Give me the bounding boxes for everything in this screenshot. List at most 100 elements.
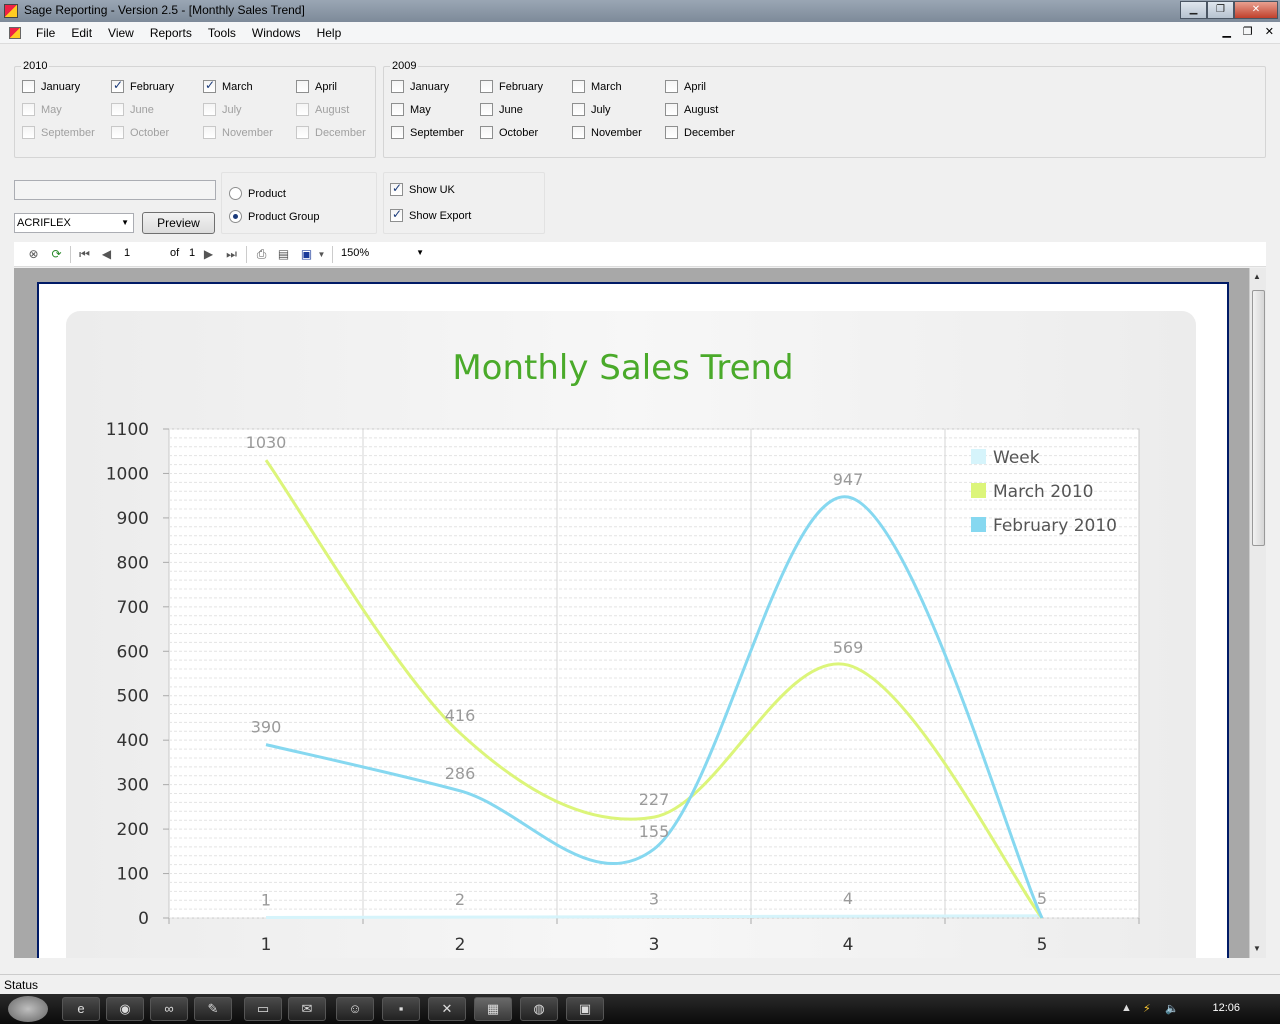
year2009-january-checkbox[interactable]: January	[391, 80, 449, 93]
year2010-june-checkbox[interactable]: June	[111, 103, 154, 116]
mdi-child-icon[interactable]	[9, 27, 21, 39]
checkbox-box	[665, 80, 678, 93]
scroll-down-icon[interactable]: ▼	[1253, 944, 1261, 953]
refresh-icon[interactable]: ⟳	[49, 247, 64, 262]
mdi-controls: ▁ ❐ ✕	[1222, 25, 1274, 38]
previous-page-icon[interactable]: ◀	[99, 247, 114, 262]
show-export-checkbox[interactable]: Show Export	[390, 207, 471, 222]
year2010-february-checkbox[interactable]: February	[111, 78, 174, 93]
save-icon[interactable]: ▣	[299, 247, 314, 262]
year2009-august-checkbox[interactable]: August	[665, 103, 718, 116]
volume-icon[interactable]: 🔈	[1165, 1002, 1179, 1015]
checkbox-label: June	[499, 103, 523, 116]
media-taskbar-icon[interactable]: ◉	[106, 997, 144, 1021]
print-icon[interactable]: ⎙	[254, 247, 269, 262]
year2010-november-checkbox[interactable]: November	[203, 126, 273, 139]
radio-product-group[interactable]: Product Group	[229, 210, 320, 223]
last-page-icon[interactable]: ⏭	[224, 247, 239, 262]
scroll-up-icon[interactable]: ▲	[1253, 272, 1261, 281]
tools-taskbar-icon[interactable]: ✎	[194, 997, 232, 1021]
product-group-combo[interactable]: ACRIFLEX ▼	[14, 213, 134, 233]
mail-taskbar-icon[interactable]: ✉	[288, 997, 326, 1021]
vertical-scrollbar[interactable]: ▲ ▼	[1249, 268, 1266, 958]
year2009-november-checkbox[interactable]: November	[572, 126, 642, 139]
menu-tools[interactable]: Tools	[200, 26, 244, 40]
minimize-button[interactable]: ▁	[1180, 1, 1207, 19]
clock[interactable]: 12:06	[1212, 1002, 1240, 1014]
year2010-september-checkbox[interactable]: September	[22, 126, 95, 139]
maximize-button[interactable]: ❐	[1207, 1, 1234, 19]
menu-edit[interactable]: Edit	[63, 26, 100, 40]
year2010-april-checkbox[interactable]: April	[296, 80, 337, 93]
preview-button[interactable]: Preview	[142, 212, 215, 234]
app-icon[interactable]	[4, 4, 18, 18]
year2009-october-checkbox[interactable]: October	[480, 126, 538, 139]
year-2010-group: 2010 January February March April May June Jul…	[14, 60, 376, 158]
power-icon[interactable]: ⚡	[1143, 1002, 1151, 1015]
checkbox-label: October	[130, 126, 170, 139]
data-label: 155	[639, 822, 670, 841]
menu-reports[interactable]: Reports	[142, 26, 200, 40]
terminal-taskbar-icon[interactable]: ▪	[382, 997, 420, 1021]
year2010-december-checkbox[interactable]: December	[296, 126, 366, 139]
year2009-may-checkbox[interactable]: May	[391, 103, 431, 116]
year2010-october-checkbox[interactable]: October	[111, 126, 169, 139]
year2010-march-checkbox[interactable]: March	[203, 78, 253, 93]
first-page-icon[interactable]: ⏮	[77, 247, 92, 262]
toolbar-separator	[332, 246, 333, 263]
checkbox-label: December	[315, 126, 366, 139]
save-dropdown-icon[interactable]: ▼	[314, 247, 329, 262]
year2009-december-checkbox[interactable]: December	[665, 126, 735, 139]
year2010-july-checkbox[interactable]: July	[203, 103, 242, 116]
year2009-april-checkbox[interactable]: April	[665, 80, 706, 93]
start-button[interactable]	[8, 996, 48, 1022]
year2009-september-checkbox[interactable]: September	[391, 126, 464, 139]
menu-file[interactable]: File	[28, 26, 63, 40]
checkbox-label: September	[41, 126, 95, 139]
stop-icon[interactable]: ⊗	[26, 247, 41, 262]
ie-taskbar-icon[interactable]: e	[62, 997, 100, 1021]
window-controls: ▁ ❐ ✕	[1180, 1, 1278, 19]
page-setup-icon[interactable]: ▤	[276, 247, 291, 262]
zoom-select[interactable]: 150% ▼	[339, 245, 424, 263]
menu-view[interactable]: View	[100, 26, 142, 40]
year-2009-group: 2009 January February March April May June Jul…	[383, 60, 1266, 158]
legend-swatch	[971, 449, 986, 464]
data-label: 5	[1037, 889, 1047, 908]
year2010-january-checkbox[interactable]: January	[22, 80, 80, 93]
app-taskbar-icon[interactable]: ∞	[150, 997, 188, 1021]
browser-taskbar-icon[interactable]: ◍	[520, 997, 558, 1021]
year2009-february-checkbox[interactable]: February	[480, 80, 543, 93]
scroll-thumb[interactable]	[1252, 290, 1265, 546]
window-taskbar-icon[interactable]: ▣	[566, 997, 604, 1021]
year2009-july-checkbox[interactable]: July	[572, 103, 611, 116]
y-tick-label: 1100	[106, 420, 149, 440]
mdi-minimize-icon[interactable]: ▁	[1222, 25, 1230, 38]
menu-help[interactable]: Help	[309, 26, 350, 40]
mdi-restore-icon[interactable]: ❐	[1243, 25, 1253, 38]
folder-taskbar-icon[interactable]: ▭	[244, 997, 282, 1021]
checkbox-box	[111, 103, 124, 116]
report-viewer[interactable]: 0 100 200 300 400 500 600 700 800 900 1000 1100 1 2 3 4…	[14, 268, 1266, 958]
radio-product[interactable]: Product	[229, 187, 286, 200]
page-number-input[interactable]: 1	[122, 245, 162, 263]
sage-taskbar-icon[interactable]: ▦	[474, 997, 512, 1021]
tray-expand-icon[interactable]: ▲	[1121, 1002, 1132, 1014]
status-bar: Status	[0, 974, 1280, 994]
close-button[interactable]: ✕	[1234, 1, 1278, 19]
mdi-close-icon[interactable]: ✕	[1265, 25, 1274, 38]
series-line-0	[265, 914, 1043, 920]
chevron-down-icon: ▼	[416, 248, 424, 257]
next-page-icon[interactable]: ▶	[201, 247, 216, 262]
data-label: 2	[455, 890, 465, 909]
draw-taskbar-icon[interactable]: ✕	[428, 997, 466, 1021]
year2010-august-checkbox[interactable]: August	[296, 103, 349, 116]
search-input[interactable]	[14, 180, 216, 200]
show-uk-checkbox[interactable]: Show UK	[390, 181, 455, 196]
users-taskbar-icon[interactable]: ☺	[336, 997, 374, 1021]
y-tick-label: 300	[117, 776, 149, 796]
year2009-march-checkbox[interactable]: March	[572, 80, 622, 93]
menu-windows[interactable]: Windows	[244, 26, 309, 40]
year2009-june-checkbox[interactable]: June	[480, 103, 523, 116]
year2010-may-checkbox[interactable]: May	[22, 103, 62, 116]
